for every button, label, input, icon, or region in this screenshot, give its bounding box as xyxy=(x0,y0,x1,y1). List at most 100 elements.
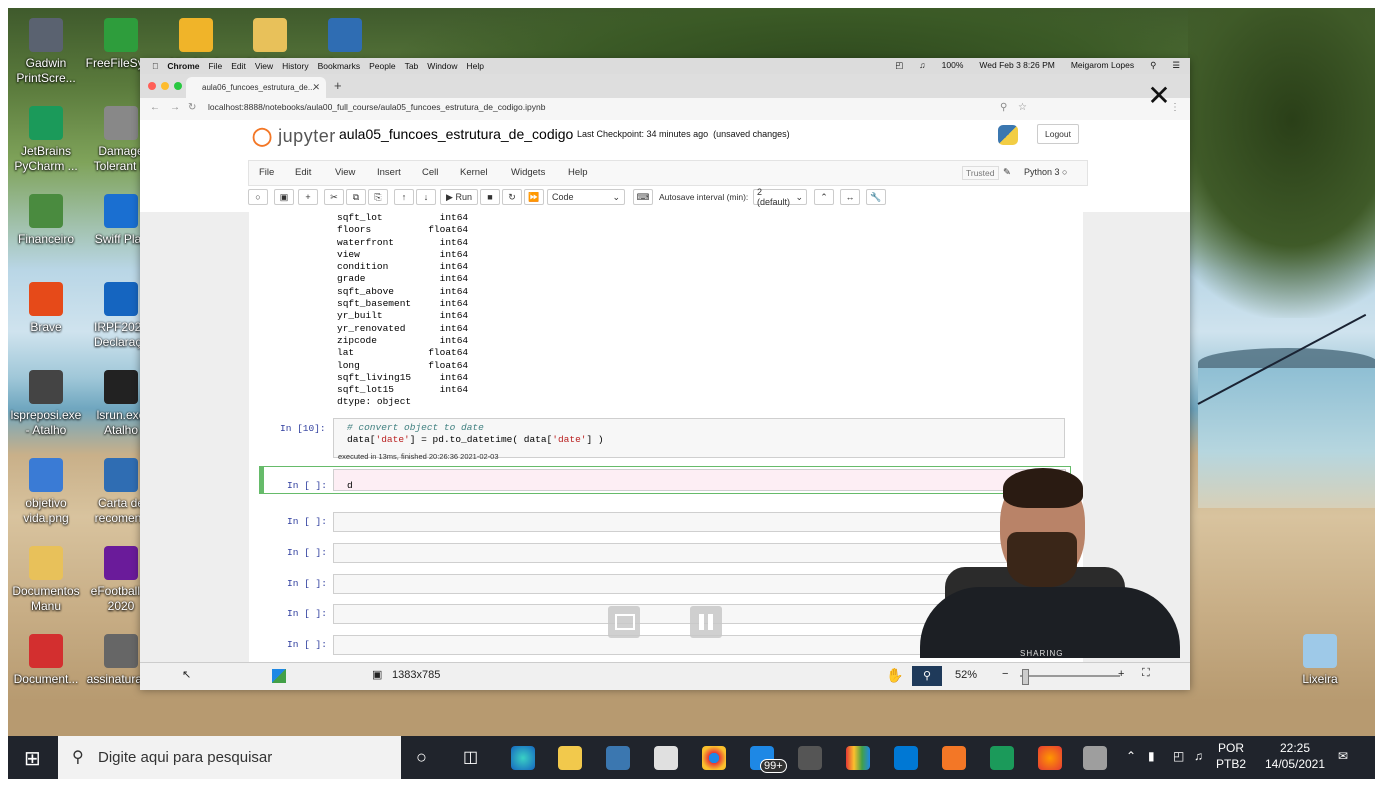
close-tab-icon[interactable]: ✕ xyxy=(312,82,320,93)
wifi-tray-icon[interactable]: ◰ xyxy=(1173,748,1184,764)
desktop-icon[interactable]: Documentos Manu xyxy=(7,546,85,614)
pycharm-icon[interactable] xyxy=(990,746,1014,770)
store-icon[interactable] xyxy=(654,746,678,770)
cortana-icon[interactable]: ○ xyxy=(416,747,427,768)
new-tab-icon[interactable]: + xyxy=(334,78,342,93)
active-cell-code[interactable]: d xyxy=(347,480,353,491)
battery-icon[interactable]: ▮ xyxy=(1148,748,1155,764)
file-explorer-icon[interactable] xyxy=(558,746,582,770)
hand-icon[interactable]: ✋ xyxy=(886,667,903,684)
menu-history[interactable]: History xyxy=(282,61,308,71)
paste-icon[interactable]: ⎘ xyxy=(368,189,388,205)
expand-icon[interactable]: ↔ xyxy=(840,189,860,205)
desktop-icon[interactable]: Document... xyxy=(7,634,85,687)
interrupt-icon[interactable]: ■ xyxy=(480,189,500,205)
browser-tab[interactable]: aula06_funcoes_estrutura_de... ✕ xyxy=(186,77,326,98)
zoom-out-button[interactable]: − xyxy=(1002,668,1008,680)
jmenu-help[interactable]: Help xyxy=(568,167,588,178)
edit-pencil-icon[interactable]: ✎ xyxy=(1003,167,1011,178)
copy-icon[interactable]: ⧉ xyxy=(346,189,366,205)
save-checkpoint-icon[interactable]: ▣ xyxy=(274,189,294,205)
menu-tab[interactable]: Tab xyxy=(405,61,419,71)
back-icon[interactable]: ← xyxy=(150,102,160,113)
menu-view[interactable]: View xyxy=(255,61,273,71)
restart-icon[interactable]: ↻ xyxy=(502,189,522,205)
desktop-icon[interactable]: objetivo vida.png xyxy=(7,458,85,526)
jmenu-file[interactable]: File xyxy=(259,167,274,178)
jmenu-view[interactable]: View xyxy=(335,167,355,178)
pause-button[interactable] xyxy=(690,606,722,638)
volume-icon[interactable]: ♫ xyxy=(919,60,925,71)
jmenu-widgets[interactable]: Widgets xyxy=(511,167,545,178)
zoom-in-button[interactable]: + xyxy=(1118,668,1124,680)
move-up-icon[interactable]: ↑ xyxy=(394,189,414,205)
jupyter-logo[interactable]: ◯ jupyter xyxy=(252,126,336,147)
app-icon[interactable] xyxy=(798,746,822,770)
notebook-title[interactable]: aula05_funcoes_estrutura_de_codigo xyxy=(339,126,573,142)
zoom-icon[interactable]: ⚲ xyxy=(1000,102,1007,113)
python-icon[interactable] xyxy=(606,746,630,770)
desktop-icon[interactable]: JetBrains PyCharm ... xyxy=(7,106,85,174)
menu-window[interactable]: Window xyxy=(427,61,457,71)
desktop-icon[interactable]: Brave xyxy=(7,282,85,335)
run-button[interactable]: ▶ Run xyxy=(440,189,478,205)
url-field[interactable]: localhost:8888/notebooks/aula00_full_cou… xyxy=(208,102,545,112)
move-down-icon[interactable]: ↓ xyxy=(416,189,436,205)
menu-help[interactable]: Help xyxy=(467,61,484,71)
autosave-select[interactable]: 2 (default) ⌄ xyxy=(753,187,807,207)
jmenu-cell[interactable]: Cell xyxy=(422,167,438,178)
zoom-slider-thumb[interactable] xyxy=(1022,669,1029,685)
jmenu-kernel[interactable]: Kernel xyxy=(460,167,487,178)
cut-icon[interactable]: ✂ xyxy=(324,189,344,205)
edge-icon[interactable] xyxy=(511,746,535,770)
windows-start-icon[interactable]: ⊞ xyxy=(24,746,41,771)
jmenu-edit[interactable]: Edit xyxy=(295,167,311,178)
volume-tray-icon[interactable]: ♫ xyxy=(1194,748,1203,764)
zoom-slider[interactable] xyxy=(1020,675,1120,677)
cell-type-select[interactable]: Code ⌄ xyxy=(547,189,625,205)
maximize-window-dot[interactable] xyxy=(174,82,182,90)
screen-mode-button[interactable] xyxy=(608,606,640,638)
bookmark-star-icon[interactable]: ☆ xyxy=(1018,102,1027,113)
desktop-icon[interactable]: Financeiro xyxy=(7,194,85,247)
task-view-icon[interactable]: ◫ xyxy=(463,747,478,767)
magnifier-icon[interactable]: ⚲ xyxy=(912,666,942,686)
tray-chevron-icon[interactable]: ⌃ xyxy=(1126,748,1136,764)
menu-edit[interactable]: Edit xyxy=(231,61,246,71)
firefox-icon[interactable] xyxy=(1038,746,1062,770)
close-window-dot[interactable] xyxy=(148,82,156,90)
chevron-up-icon[interactable]: ⌃ xyxy=(814,189,834,205)
logout-button[interactable]: Logout xyxy=(1037,124,1079,144)
forward-icon[interactable]: → xyxy=(170,102,180,113)
clock[interactable]: 22:25 14/05/2021 xyxy=(1260,740,1330,772)
capture-app-icon[interactable] xyxy=(1083,746,1107,770)
save-icon[interactable]: ○ xyxy=(248,189,268,205)
wifi-icon[interactable]: ◰ xyxy=(895,60,903,71)
list-icon[interactable]: ☰ xyxy=(1172,60,1180,71)
chrome-icon[interactable] xyxy=(702,746,726,770)
menu-bookmarks[interactable]: Bookmarks xyxy=(318,61,361,71)
close-capture-icon[interactable]: ✕ xyxy=(1146,82,1172,110)
desktop-icon[interactable]: Gadwin PrintScre... xyxy=(7,18,85,86)
language-indicator[interactable]: POR PTB2 xyxy=(1214,740,1248,772)
desktop-icon[interactable]: lspreposi.exe - Atalho xyxy=(7,370,85,438)
notification-icon[interactable]: ✉ xyxy=(1338,748,1348,764)
taskbar-search[interactable]: ⚲ Digite aqui para pesquisar xyxy=(58,736,401,779)
fullscreen-icon[interactable]: ⛶ xyxy=(1142,667,1150,680)
menu-people[interactable]: People xyxy=(369,61,395,71)
trusted-badge[interactable]: Trusted xyxy=(962,166,999,180)
wrench-icon[interactable]: 🔧 xyxy=(866,189,886,205)
keyboard-icon[interactable]: ⌨ xyxy=(633,189,653,205)
vscode-icon[interactable] xyxy=(894,746,918,770)
minimize-window-dot[interactable] xyxy=(161,82,169,90)
jmenu-insert[interactable]: Insert xyxy=(377,167,401,178)
menu-file[interactable]: File xyxy=(209,61,223,71)
spotlight-icon[interactable]: ⚲ xyxy=(1150,60,1156,71)
desktop-icon[interactable]: Lixeira xyxy=(1281,634,1359,687)
restart-run-all-icon[interactable]: ⏩ xyxy=(524,189,544,205)
colorful-app-icon[interactable] xyxy=(846,746,870,770)
insert-cell-icon[interactable]: + xyxy=(298,189,318,205)
jupyter-taskbar-icon[interactable] xyxy=(942,746,966,770)
reload-icon[interactable]: ↻ xyxy=(188,102,196,113)
menubar-user[interactable]: Meigarom Lopes xyxy=(1071,60,1134,71)
